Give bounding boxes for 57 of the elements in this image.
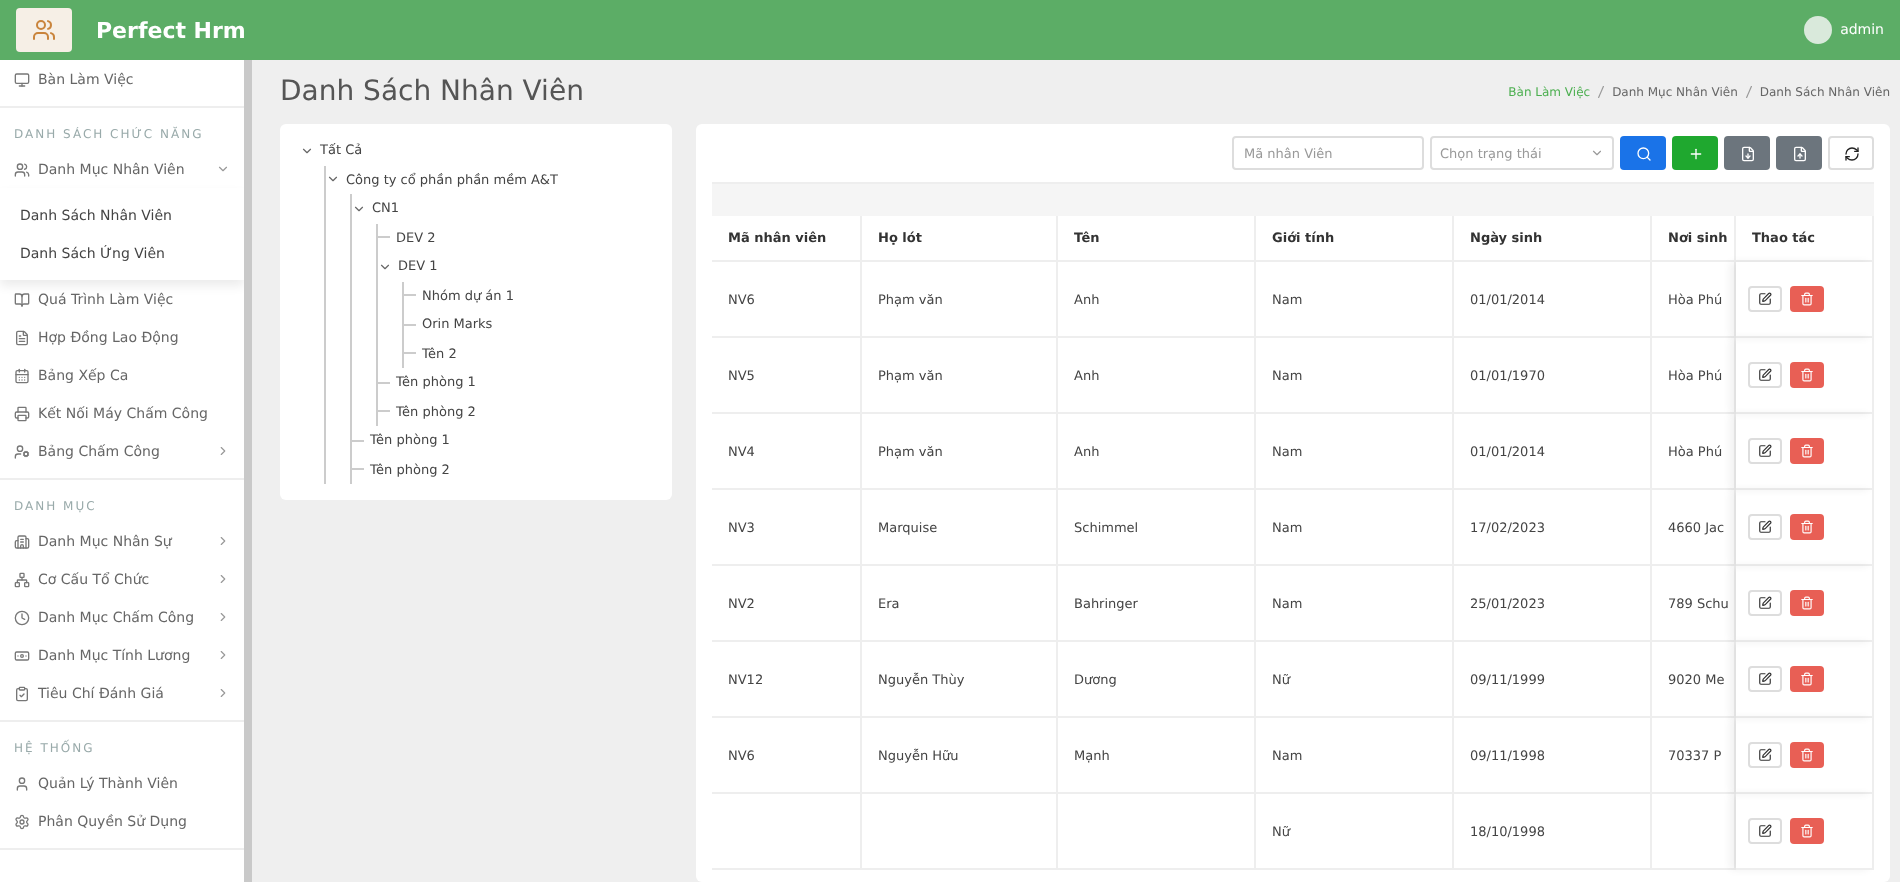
edit-icon	[1758, 824, 1772, 838]
edit-button[interactable]	[1748, 742, 1782, 768]
trash-icon	[1800, 292, 1814, 306]
document-icon	[14, 329, 30, 345]
edit-icon	[1758, 748, 1772, 762]
trash-icon	[1800, 368, 1814, 382]
import-button[interactable]	[1776, 136, 1822, 170]
monitor-icon	[14, 71, 30, 87]
trash-icon	[1800, 824, 1814, 838]
edit-button[interactable]	[1748, 514, 1782, 540]
edit-icon	[1758, 672, 1772, 686]
page-title: Danh Sách Nhân Viên	[280, 76, 586, 108]
book-icon	[14, 291, 30, 307]
chevron-down-icon	[1590, 146, 1604, 160]
refresh-icon	[1843, 145, 1859, 161]
slash-separator-icon	[1745, 85, 1752, 97]
edit-icon	[1758, 520, 1772, 534]
edit-button[interactable]	[1748, 362, 1782, 388]
export-button[interactable]	[1724, 136, 1770, 170]
slash-separator-icon	[1598, 85, 1605, 97]
trash-icon	[1800, 748, 1814, 762]
users-icon	[14, 161, 30, 177]
plus-icon	[1687, 145, 1703, 161]
trash-icon	[1800, 444, 1814, 458]
trash-icon	[1800, 520, 1814, 534]
user-gear-icon	[14, 443, 30, 459]
app-name: Perfect Hrm	[96, 17, 246, 43]
users-icon	[32, 18, 56, 42]
clock-icon	[14, 609, 30, 625]
search-icon	[1635, 145, 1651, 161]
trash-icon	[1800, 672, 1814, 686]
edit-button[interactable]	[1748, 666, 1782, 692]
edit-button[interactable]	[1748, 286, 1782, 312]
chevron-down-icon[interactable]	[300, 143, 314, 158]
chevron-down-icon[interactable]	[378, 259, 392, 274]
printer-icon	[14, 405, 30, 421]
user-icon	[14, 775, 30, 791]
document-icon	[1791, 145, 1807, 161]
edit-icon	[1758, 292, 1772, 306]
calendar-icon	[14, 367, 30, 383]
building-icon	[14, 533, 30, 549]
edit-icon	[1758, 444, 1772, 458]
edit-button[interactable]	[1748, 818, 1782, 844]
settings-icon	[14, 813, 30, 829]
hierarchy-icon	[14, 571, 30, 587]
edit-button[interactable]	[1748, 438, 1782, 464]
edit-icon	[1758, 596, 1772, 610]
banknote-icon	[14, 647, 30, 663]
refresh-button[interactable]	[1828, 136, 1874, 170]
search-button[interactable]	[1620, 136, 1666, 170]
edit-icon	[1758, 368, 1772, 382]
trash-icon	[1800, 596, 1814, 610]
document-icon	[1739, 145, 1755, 161]
chevron-down-icon[interactable]	[326, 172, 340, 187]
clipboard-icon	[14, 685, 30, 701]
chevron-down-icon[interactable]	[352, 201, 366, 216]
edit-button[interactable]	[1748, 590, 1782, 616]
